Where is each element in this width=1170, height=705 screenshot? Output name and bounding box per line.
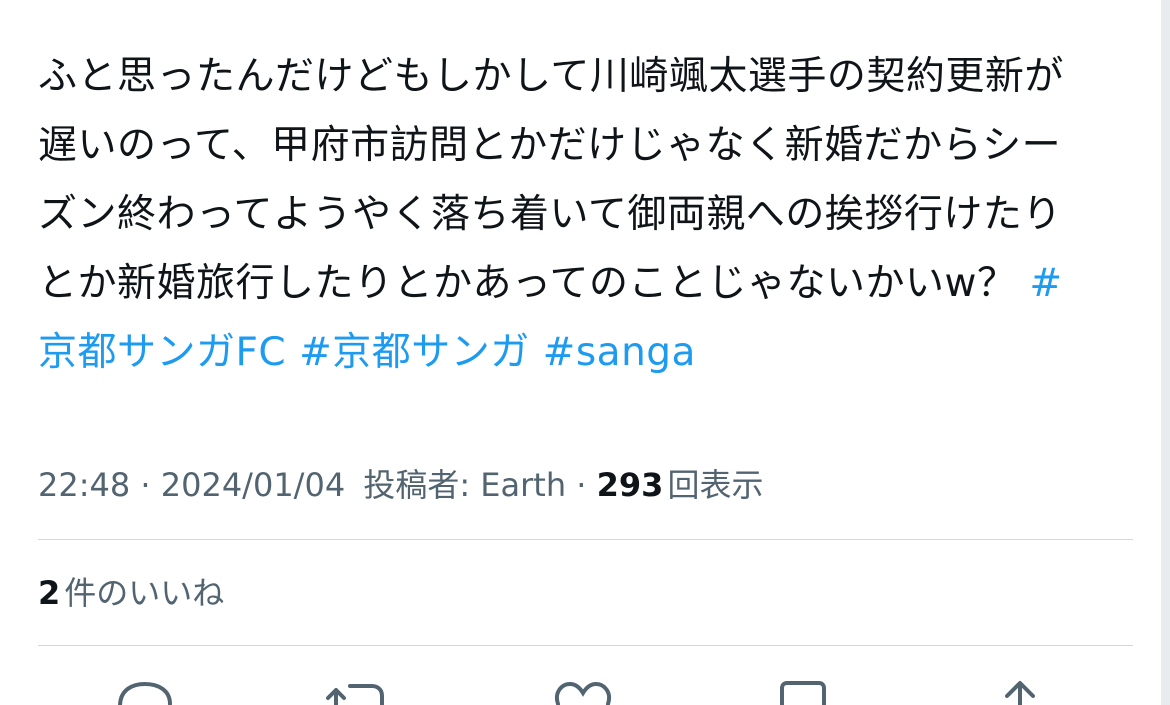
retweet-button[interactable]	[322, 676, 392, 705]
like-label: 件のいいね	[64, 574, 225, 612]
like-icon	[555, 681, 611, 705]
tweet-text-line: ふと思ったんだけどもしかして川崎颯太選手の契約更新が	[38, 54, 1064, 99]
reply-icon	[118, 681, 172, 705]
divider	[38, 645, 1133, 646]
meta-separator: ·	[576, 466, 587, 504]
tweet-hashtag-line: 京都サンガFC #京都サンガ #sanga	[38, 318, 1133, 387]
reply-button[interactable]	[110, 676, 180, 705]
tweet-text-line: 遅いのって、甲府市訪問とかだけじゃなく新婚だからシー	[38, 123, 1062, 168]
bookmark-button[interactable]	[768, 676, 838, 705]
share-icon	[1005, 681, 1035, 705]
tweet-text-segment: とか新婚旅行したりとかあってのことじゃないかいw？	[38, 261, 1030, 306]
divider	[38, 539, 1133, 540]
like-count: 2	[38, 574, 61, 612]
retweet-icon	[326, 684, 384, 705]
bookmark-icon	[780, 681, 826, 705]
hashtag-link[interactable]: #京都サンガ	[299, 330, 530, 375]
hashtag-link[interactable]: 京都サンガFC	[38, 330, 286, 375]
tweet-time[interactable]: 22:48	[38, 466, 130, 504]
tweet-text-line: ズン終わってようやく落ち着いて御両親への挨拶行けたり	[38, 192, 1062, 237]
share-button[interactable]	[985, 676, 1055, 705]
likes-row[interactable]: 2 件のいいね	[38, 570, 224, 616]
view-count: 293	[596, 466, 664, 504]
tweet-meta: 22:48 · 2024/01/04 投稿者: Earth · 293 回表示	[38, 462, 763, 508]
view-label: 回表示	[667, 466, 764, 504]
hashtag-link[interactable]: #	[1029, 261, 1062, 306]
hashtag-link[interactable]: #sanga	[543, 330, 696, 375]
screen-edge	[1161, 0, 1170, 705]
action-bar	[0, 676, 1170, 705]
tweet-author: 投稿者: Earth	[363, 466, 567, 504]
tweet-date[interactable]: 2024/01/04	[161, 466, 345, 504]
tweet-text: ふと思ったんだけどもしかして川崎颯太選手の契約更新が 遅いのって、甲府市訪問とか…	[38, 42, 1133, 387]
like-button[interactable]	[548, 676, 618, 705]
tweet-text-line: とか新婚旅行したりとかあってのことじゃないかいw？ #	[38, 249, 1133, 318]
meta-separator: ·	[140, 466, 151, 504]
